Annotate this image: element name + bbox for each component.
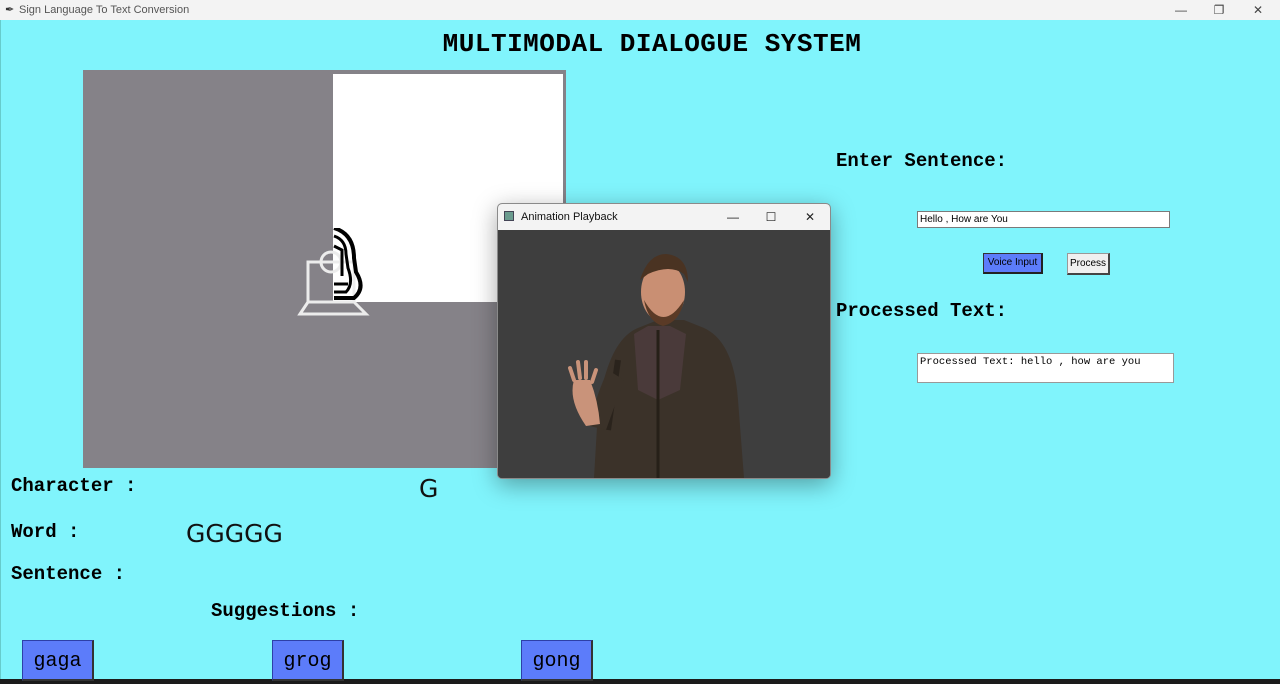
animation-window-titlebar: Animation Playback — ☐ ✕ (498, 204, 830, 230)
character-value: G (419, 474, 439, 503)
taskbar-edge (0, 679, 1280, 684)
feather-icon: ✒ (5, 4, 15, 16)
suggestion-button-1[interactable]: gaga (22, 640, 94, 681)
sentence-input[interactable] (917, 211, 1170, 228)
animation-maximize-button[interactable]: ☐ (752, 204, 790, 230)
app-window-icon (504, 211, 514, 221)
window-title: Sign Language To Text Conversion (19, 4, 190, 16)
animation-window-title: Animation Playback (521, 211, 618, 223)
restore-button[interactable]: ❐ (1200, 0, 1238, 20)
process-button[interactable]: Process (1067, 253, 1110, 275)
animation-close-button[interactable]: ✕ (791, 204, 829, 230)
close-button[interactable]: ✕ (1239, 0, 1277, 20)
suggestion-button-3[interactable]: gong (521, 640, 593, 681)
webcam-placeholder-icon (297, 228, 370, 316)
word-label: Word : (11, 521, 80, 543)
avatar-video (498, 230, 830, 478)
word-value: GGGGG (186, 519, 283, 548)
character-label: Character : (11, 475, 137, 497)
minimize-button[interactable]: — (1162, 0, 1200, 20)
page-title: MULTIMODAL DIALOGUE SYSTEM (442, 29, 862, 59)
processed-text-label: Processed Text: (836, 300, 1008, 322)
suggestions-label: Suggestions : (211, 600, 360, 622)
animation-playback-window: Animation Playback — ☐ ✕ (497, 203, 831, 479)
main-window-titlebar: ✒ Sign Language To Text Conversion — ❐ ✕ (0, 0, 1280, 20)
processed-text-output: Processed Text: hello , how are you (917, 353, 1174, 383)
sentence-label: Sentence : (11, 563, 126, 585)
enter-sentence-label: Enter Sentence: (836, 150, 1008, 172)
suggestion-button-2[interactable]: grog (272, 640, 344, 681)
voice-input-button[interactable]: Voice Input (983, 253, 1043, 274)
animation-minimize-button[interactable]: — (714, 204, 752, 230)
